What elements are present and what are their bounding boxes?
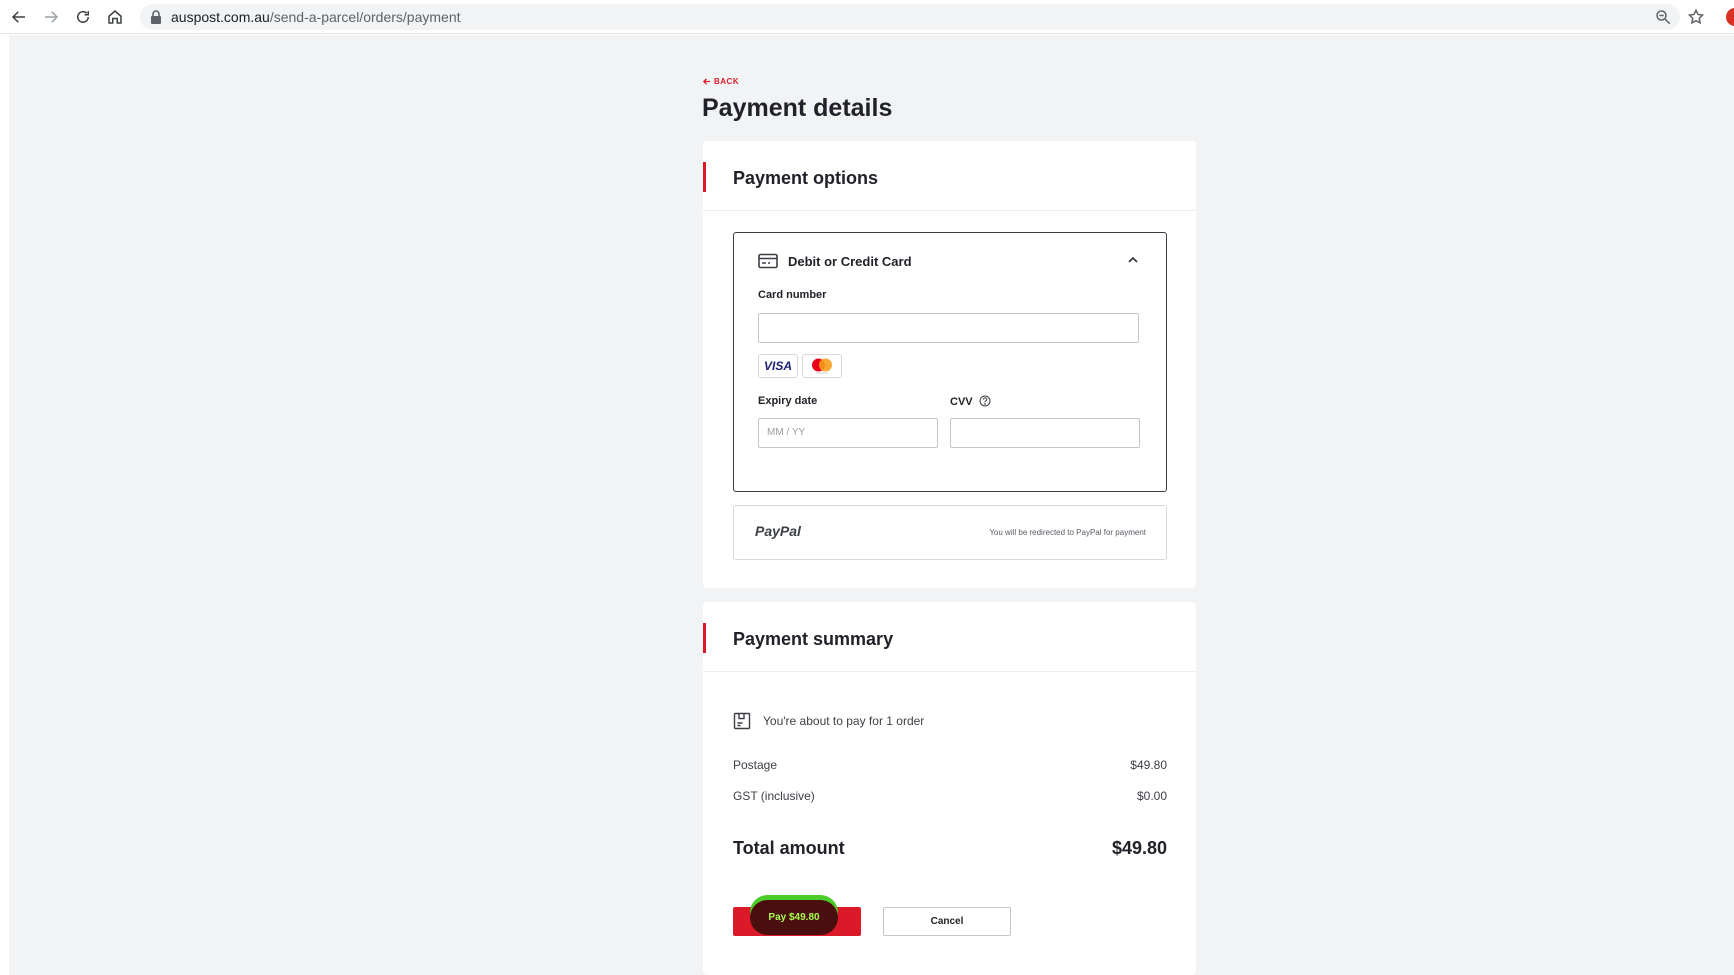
forward-arrow-icon[interactable] (40, 6, 62, 28)
cancel-button[interactable]: Cancel (883, 907, 1011, 936)
card-number-label: Card number (758, 289, 827, 301)
payment-summary-card: Payment summary You're about to pay for … (703, 602, 1196, 975)
profile-avatar[interactable] (1726, 8, 1734, 26)
section-title: Payment options (733, 168, 879, 188)
back-arrow-icon[interactable] (8, 6, 30, 28)
page-edge (0, 35, 9, 975)
home-icon[interactable] (104, 6, 126, 28)
visa-logo: VISA (758, 354, 798, 378)
lock-icon (151, 10, 161, 24)
paypal-option[interactable]: PayPal You will be redirected to PayPal … (733, 505, 1167, 560)
accent-bar (703, 623, 706, 653)
reload-icon[interactable] (72, 6, 94, 28)
section-title: Payment summary (733, 629, 894, 649)
cvv-input[interactable] (950, 418, 1140, 448)
expiry-input[interactable]: MM / YY (758, 418, 938, 448)
expiry-label: Expiry date (758, 395, 818, 407)
paypal-note: You will be redirected to PayPal for pay… (989, 528, 1146, 537)
browser-toolbar: auspost.com.au/send-a-parcel/orders/paym… (0, 0, 1734, 34)
pay-button-highlight: Pay $49.80 (750, 900, 838, 935)
card-brand-logos: VISA (758, 354, 842, 378)
card-payment-panel[interactable]: Debit or Credit Card Card number VISA Ex… (733, 232, 1167, 492)
paypal-logo: PayPal (755, 523, 801, 539)
back-link[interactable]: BACK (702, 77, 739, 86)
total-row: Total amount $49.80 (733, 838, 1167, 858)
info-icon[interactable] (979, 395, 991, 407)
card-header: Payment options (703, 141, 1196, 211)
pay-button[interactable]: Pay $49.80 (733, 900, 861, 936)
mastercard-logo (802, 354, 842, 378)
accent-bar (703, 162, 706, 192)
page-title: Payment details (702, 94, 893, 122)
postage-row: Postage $49.80 (733, 758, 1167, 772)
card-header: Payment summary (703, 602, 1196, 672)
card-icon (758, 253, 778, 269)
card-panel-header[interactable]: Debit or Credit Card (758, 251, 912, 271)
chevron-up-icon[interactable] (1126, 253, 1140, 267)
card-number-input[interactable] (758, 313, 1139, 343)
back-arrow-small-icon (702, 78, 711, 85)
cvv-label: CVV (950, 395, 991, 408)
url-text: auspost.com.au/send-a-parcel/orders/paym… (171, 9, 461, 25)
gst-row: GST (inclusive) $0.00 (733, 789, 1167, 803)
zoom-icon[interactable] (1654, 8, 1672, 26)
payment-options-card: Payment options Debit or Credit Card Car… (703, 141, 1196, 588)
order-icon (733, 712, 751, 730)
order-count-row: You're about to pay for 1 order (733, 712, 924, 730)
star-icon[interactable] (1687, 8, 1705, 26)
